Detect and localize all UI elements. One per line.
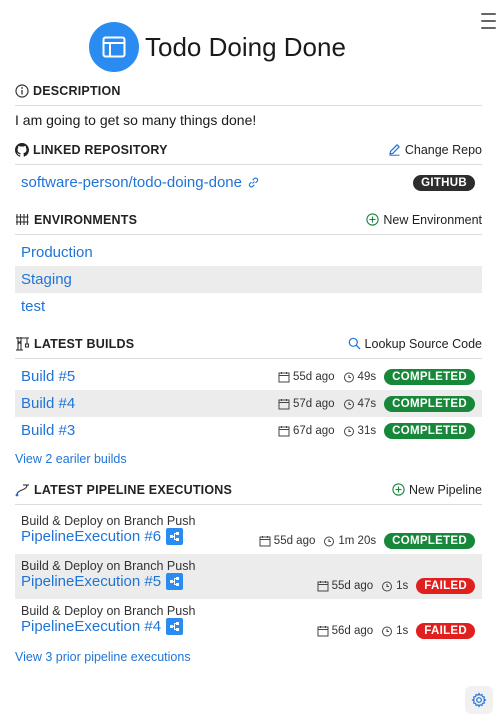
pipeline-graph-icon[interactable] xyxy=(166,528,184,545)
settings-button[interactable] xyxy=(465,686,493,714)
build-age: 55d ago xyxy=(292,370,335,383)
view-earlier-builds-link[interactable]: View 2 eariler builds xyxy=(15,452,482,466)
description-text: I am going to get so many things done! xyxy=(15,112,257,128)
build-duration: 49s xyxy=(357,370,377,383)
calendar-icon xyxy=(278,425,290,436)
repository-row: software-person/todo-doing-done GITHUB xyxy=(15,169,482,196)
build-duration: 47s xyxy=(357,397,377,410)
github-badge: GITHUB xyxy=(413,174,475,191)
environment-item[interactable]: Staging xyxy=(15,266,482,293)
new-environment-button[interactable]: New Environment xyxy=(366,213,482,227)
plus-circle-icon xyxy=(392,483,405,496)
lookup-source-button[interactable]: Lookup Source Code xyxy=(348,337,482,351)
description-heading: DESCRIPTION xyxy=(33,83,121,98)
pipelines-header: LATEST PIPELINE EXECUTIONS New Pipeline xyxy=(15,481,482,505)
calendar-icon xyxy=(259,536,271,547)
description-section: DESCRIPTION I am going to get so many th… xyxy=(15,82,482,128)
status-badge: COMPLETED xyxy=(384,368,475,385)
build-age: 57d ago xyxy=(292,397,335,410)
build-link[interactable]: Build #4 xyxy=(21,395,75,412)
build-link[interactable]: Build #5 xyxy=(21,368,75,385)
external-link-icon xyxy=(248,177,259,188)
calendar-icon xyxy=(317,581,329,592)
build-row: Build #5 55d ago 49s COMPLETED xyxy=(15,363,482,390)
pipelines-section: LATEST PIPELINE EXECUTIONS New Pipeline … xyxy=(15,481,482,664)
build-row: Build #4 57d ago 47s COMPLETED xyxy=(15,390,482,417)
environments-header: ENVIRONMENTS New Environment xyxy=(15,211,482,235)
new-pipeline-button[interactable]: New Pipeline xyxy=(392,483,482,497)
environment-link-staging[interactable]: Staging xyxy=(21,271,72,288)
environment-link-production[interactable]: Production xyxy=(21,244,93,261)
hamburger-menu-icon[interactable] xyxy=(481,13,496,29)
change-repo-button[interactable]: Change Repo xyxy=(388,143,482,157)
repository-header: LINKED REPOSITORY Change Repo xyxy=(15,141,482,165)
environment-link-test[interactable]: test xyxy=(21,298,45,315)
build-age: 67d ago xyxy=(292,424,335,437)
calendar-icon xyxy=(278,398,290,409)
plus-circle-icon xyxy=(366,213,379,226)
build-link[interactable]: Build #3 xyxy=(21,422,75,439)
pipeline-age: 56d ago xyxy=(331,625,374,637)
crane-icon xyxy=(16,337,30,351)
app-header: Todo Doing Done xyxy=(89,22,346,72)
status-badge: COMPLETED xyxy=(384,533,475,549)
pipeline-execution-link[interactable]: PipelineExecution #5 xyxy=(21,573,161,590)
pencil-icon xyxy=(389,144,400,156)
repository-section: LINKED REPOSITORY Change Repo software-p… xyxy=(15,141,482,196)
environments-icon xyxy=(16,214,29,225)
pipeline-execution-row: Build & Deploy on Branch Push PipelineEx… xyxy=(15,599,482,644)
pipeline-trigger: Build & Deploy on Branch Push xyxy=(21,604,196,618)
pipeline-age: 55d ago xyxy=(273,535,316,547)
alarm-clock-icon xyxy=(343,399,354,409)
pipeline-duration: 1m 20s xyxy=(338,535,377,547)
alarm-clock-icon xyxy=(382,581,393,592)
pipeline-duration: 1s xyxy=(396,580,409,592)
lookup-source-label: Lookup Source Code xyxy=(364,336,482,351)
environments-section: ENVIRONMENTS New Environment Production … xyxy=(15,211,482,320)
change-repo-label: Change Repo xyxy=(404,142,482,157)
calendar-icon xyxy=(317,626,329,637)
pipeline-graph-icon[interactable] xyxy=(166,573,184,590)
environment-item[interactable]: Production xyxy=(15,239,482,266)
alarm-clock-icon xyxy=(382,626,393,637)
page-title: Todo Doing Done xyxy=(145,31,346,62)
view-prior-executions-link[interactable]: View 3 prior pipeline executions xyxy=(15,650,482,664)
repository-link[interactable]: software-person/todo-doing-done xyxy=(21,174,242,191)
pipeline-trigger: Build & Deploy on Branch Push xyxy=(21,514,196,528)
description-header: DESCRIPTION xyxy=(15,82,482,106)
pipeline-execution-row: Build & Deploy on Branch Push PipelineEx… xyxy=(15,509,482,554)
calendar-icon xyxy=(278,371,290,382)
alarm-clock-icon xyxy=(343,426,354,436)
pipeline-icon xyxy=(15,483,29,496)
environments-heading: ENVIRONMENTS xyxy=(34,212,138,227)
pipeline-execution-link[interactable]: PipelineExecution #4 xyxy=(21,618,161,635)
alarm-clock-icon xyxy=(324,536,335,547)
info-icon xyxy=(15,83,29,98)
pipeline-graph-icon[interactable] xyxy=(166,618,184,635)
status-badge: FAILED xyxy=(416,578,475,594)
new-pipeline-label: New Pipeline xyxy=(409,482,482,497)
search-icon xyxy=(348,337,361,350)
new-environment-label: New Environment xyxy=(383,212,482,227)
pipeline-duration: 1s xyxy=(396,625,409,637)
pipeline-age: 55d ago xyxy=(331,580,374,592)
pipeline-trigger: Build & Deploy on Branch Push xyxy=(21,559,196,573)
github-icon xyxy=(15,142,29,157)
status-badge: COMPLETED xyxy=(384,422,475,439)
repository-heading: LINKED REPOSITORY xyxy=(33,142,168,157)
build-duration: 31s xyxy=(357,424,377,437)
builds-section: LATEST BUILDS Lookup Source Code Build #… xyxy=(15,335,482,466)
builds-heading: LATEST BUILDS xyxy=(34,336,135,351)
status-badge: FAILED xyxy=(416,623,475,639)
environment-item[interactable]: test xyxy=(15,293,482,320)
pipeline-execution-row: Build & Deploy on Branch Push PipelineEx… xyxy=(15,554,482,599)
pipeline-execution-link[interactable]: PipelineExecution #6 xyxy=(21,528,161,545)
gear-icon xyxy=(471,692,487,708)
builds-header: LATEST BUILDS Lookup Source Code xyxy=(15,335,482,359)
app-logo-icon xyxy=(89,22,139,72)
pipelines-heading: LATEST PIPELINE EXECUTIONS xyxy=(34,482,233,497)
build-row: Build #3 67d ago 31s COMPLETED xyxy=(15,417,482,444)
status-badge: COMPLETED xyxy=(384,395,475,412)
alarm-clock-icon xyxy=(343,372,354,382)
